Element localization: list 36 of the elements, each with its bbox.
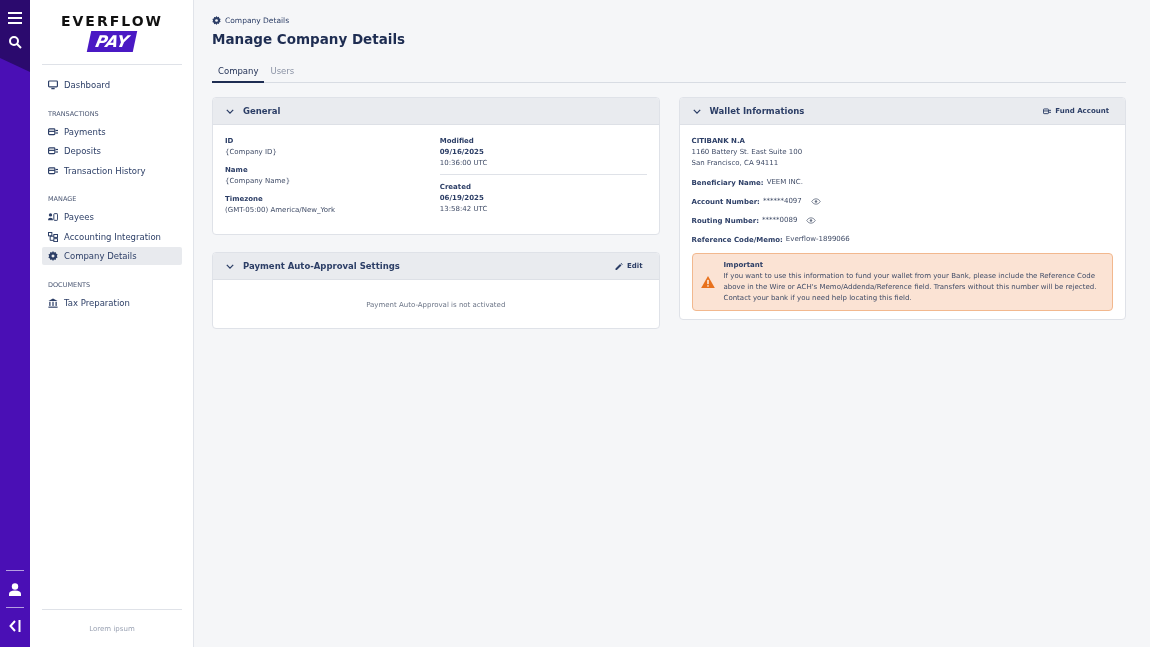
panel-title: Payment Auto-Approval Settings [243, 261, 401, 271]
logo-wordmark: EVERFLOW [60, 13, 164, 29]
bank-icon [48, 297, 58, 308]
panel-title: Wallet Informations [709, 106, 806, 116]
nav-item[interactable]: Accounting Integration [42, 227, 182, 246]
card-icon [48, 126, 58, 137]
chevron-icon[interactable] [692, 108, 701, 114]
search-icon[interactable] [8, 35, 22, 49]
pencil-icon [614, 262, 623, 270]
card-icon [48, 165, 58, 176]
nav-item[interactable]: Dashboard [42, 76, 182, 94]
card-icon [1043, 107, 1052, 115]
logo-badge: PAY [86, 31, 138, 52]
user-icon[interactable] [8, 582, 22, 596]
tab[interactable]: Company [212, 62, 265, 83]
gear-icon [48, 251, 58, 261]
gear-icon [212, 16, 221, 25]
menu-icon[interactable] [8, 11, 22, 25]
eye-icon[interactable] [810, 198, 821, 205]
nav-item[interactable]: Payees [42, 208, 182, 226]
nav-item[interactable]: Tax Preparation [42, 293, 182, 312]
warning-icon [700, 276, 715, 288]
card-icon [48, 146, 58, 156]
nav-item[interactable]: Deposits [42, 142, 182, 160]
eye-icon[interactable] [806, 217, 817, 224]
people-icon [48, 212, 58, 222]
nav-item[interactable]: Company Details [42, 247, 182, 265]
hierarchy-icon [48, 231, 58, 242]
collapse-icon[interactable] [8, 619, 22, 633]
chevron-icon[interactable] [226, 108, 234, 114]
nav-item[interactable]: Payments [42, 122, 182, 141]
nav-item[interactable]: Transaction History [42, 161, 182, 180]
chevron-icon[interactable] [226, 263, 234, 269]
monitor-icon [48, 80, 58, 90]
page-title: Manage Company Details [212, 31, 407, 47]
panel-title: General [243, 106, 282, 116]
